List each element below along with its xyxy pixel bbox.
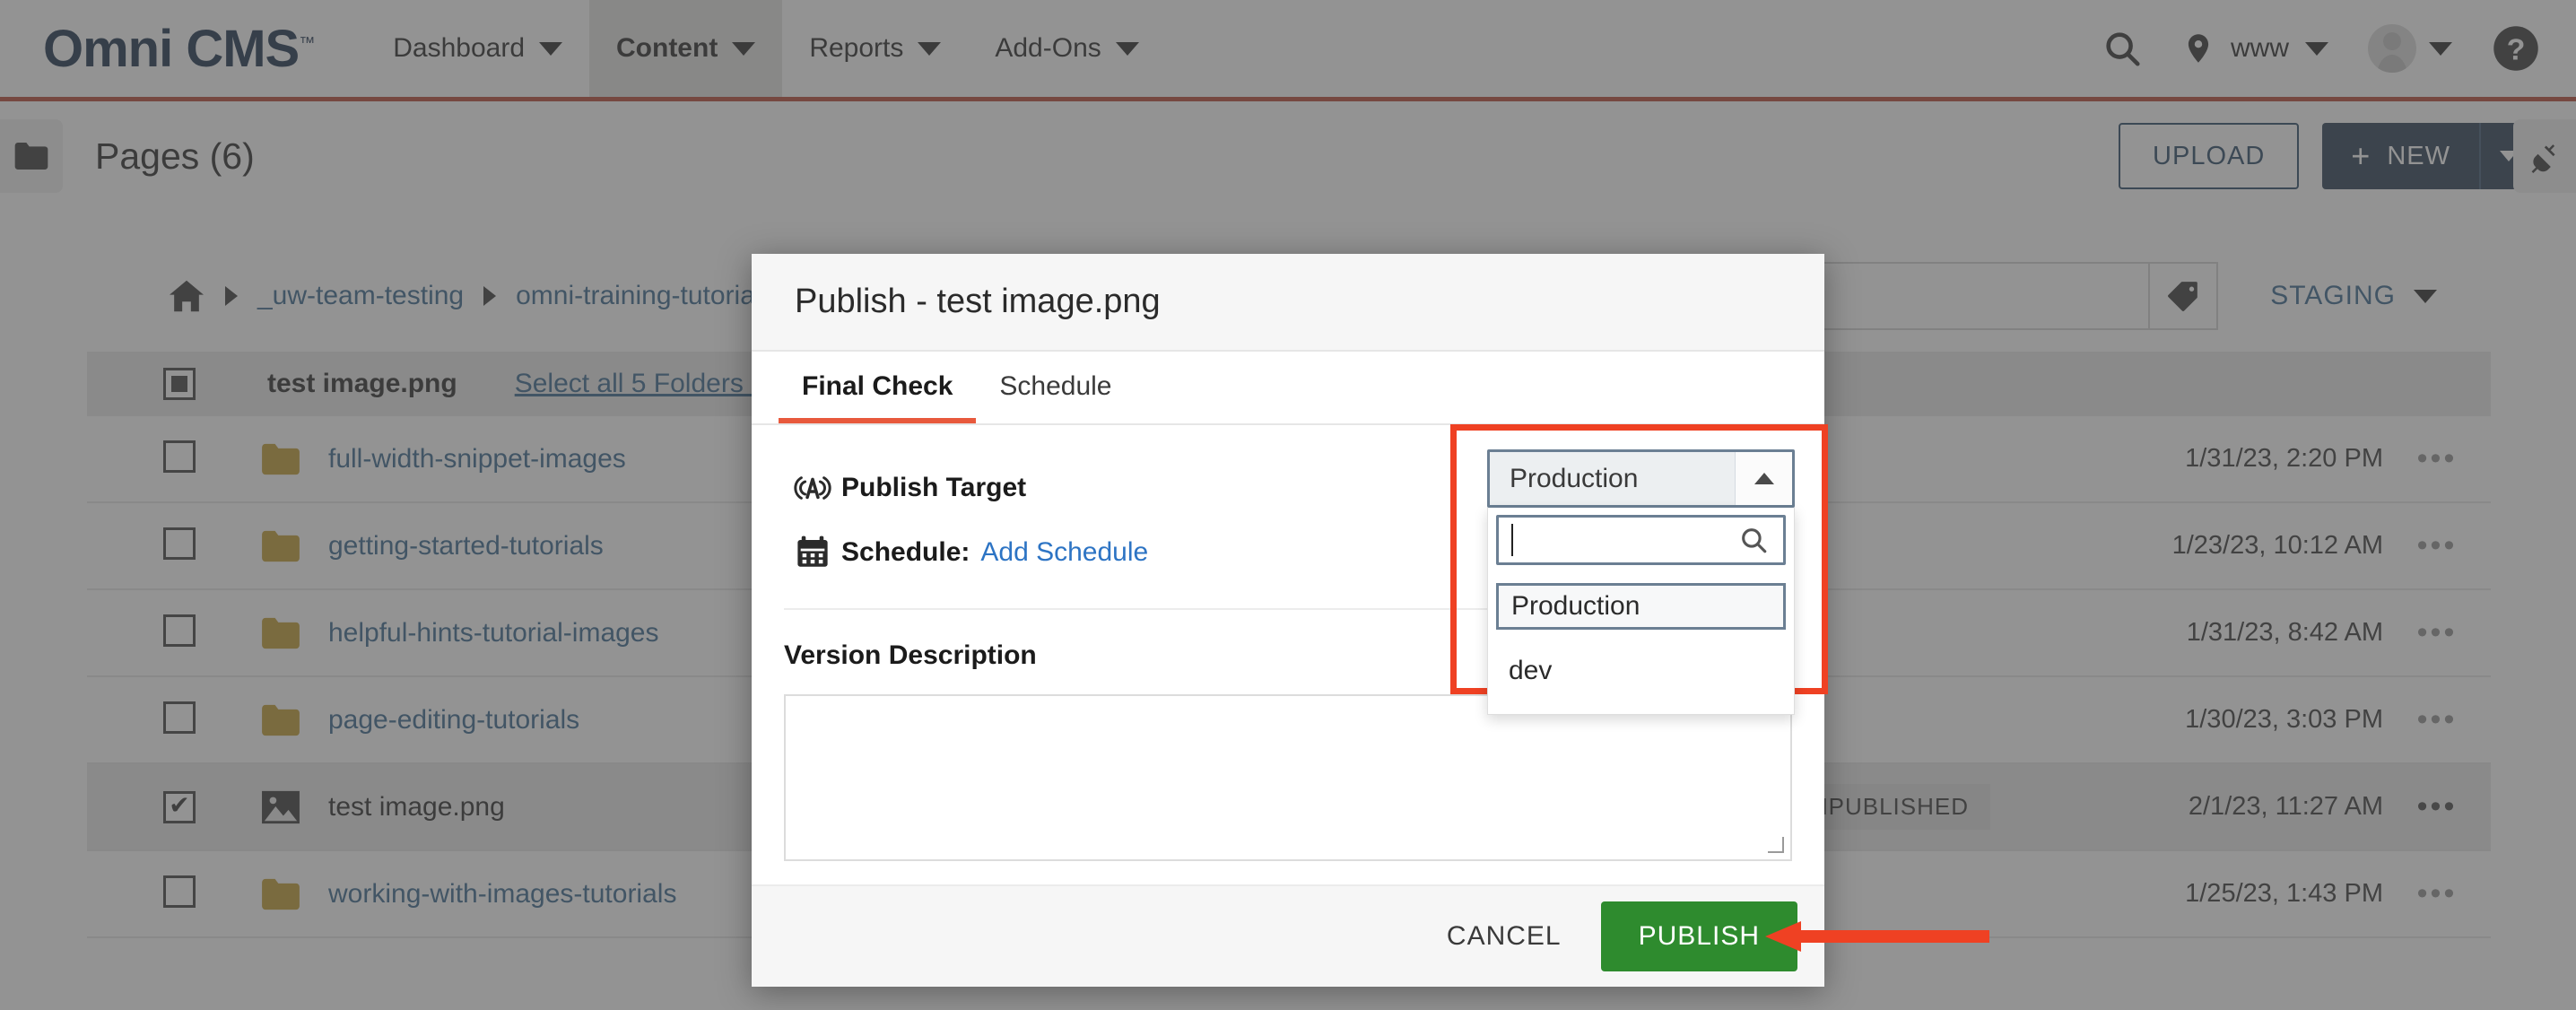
- publish-dialog-title: Publish - test image.png: [795, 283, 1161, 320]
- publish-target-select-trigger[interactable]: Production: [1487, 449, 1795, 508]
- calendar-icon: [784, 534, 841, 571]
- publish-target-select: Production Production dev: [1487, 449, 1795, 715]
- version-description-input[interactable]: [784, 694, 1792, 861]
- publish-dialog-footer: CANCEL PUBLISH: [752, 884, 1824, 987]
- publish-dialog-tabs: Final Check Schedule: [752, 352, 1824, 425]
- add-schedule-link[interactable]: Add Schedule: [980, 537, 1148, 568]
- search-icon: [1738, 525, 1769, 555]
- tab-final-check[interactable]: Final Check: [779, 371, 977, 423]
- publish-target-label: Publish Target: [841, 473, 1027, 502]
- cancel-button[interactable]: CANCEL: [1438, 909, 1571, 964]
- publish-target-option-dev[interactable]: dev: [1496, 648, 1786, 694]
- publish-target-selected-value: Production: [1510, 463, 1639, 493]
- chevron-up-icon: [1754, 473, 1774, 484]
- publish-target-search-input[interactable]: [1496, 515, 1786, 565]
- broadcast-icon: [784, 469, 841, 507]
- publish-target-toggle[interactable]: [1735, 452, 1792, 505]
- publish-target-dropdown-panel: Production dev: [1487, 508, 1795, 715]
- publish-dialog-header: Publish - test image.png: [752, 254, 1824, 352]
- annotation-arrow-icon: [1765, 921, 1989, 952]
- publish-target-option-production[interactable]: Production: [1496, 583, 1786, 630]
- tab-schedule[interactable]: Schedule: [976, 371, 1135, 423]
- schedule-label: Schedule:: [841, 537, 970, 567]
- text-cursor: [1511, 524, 1513, 556]
